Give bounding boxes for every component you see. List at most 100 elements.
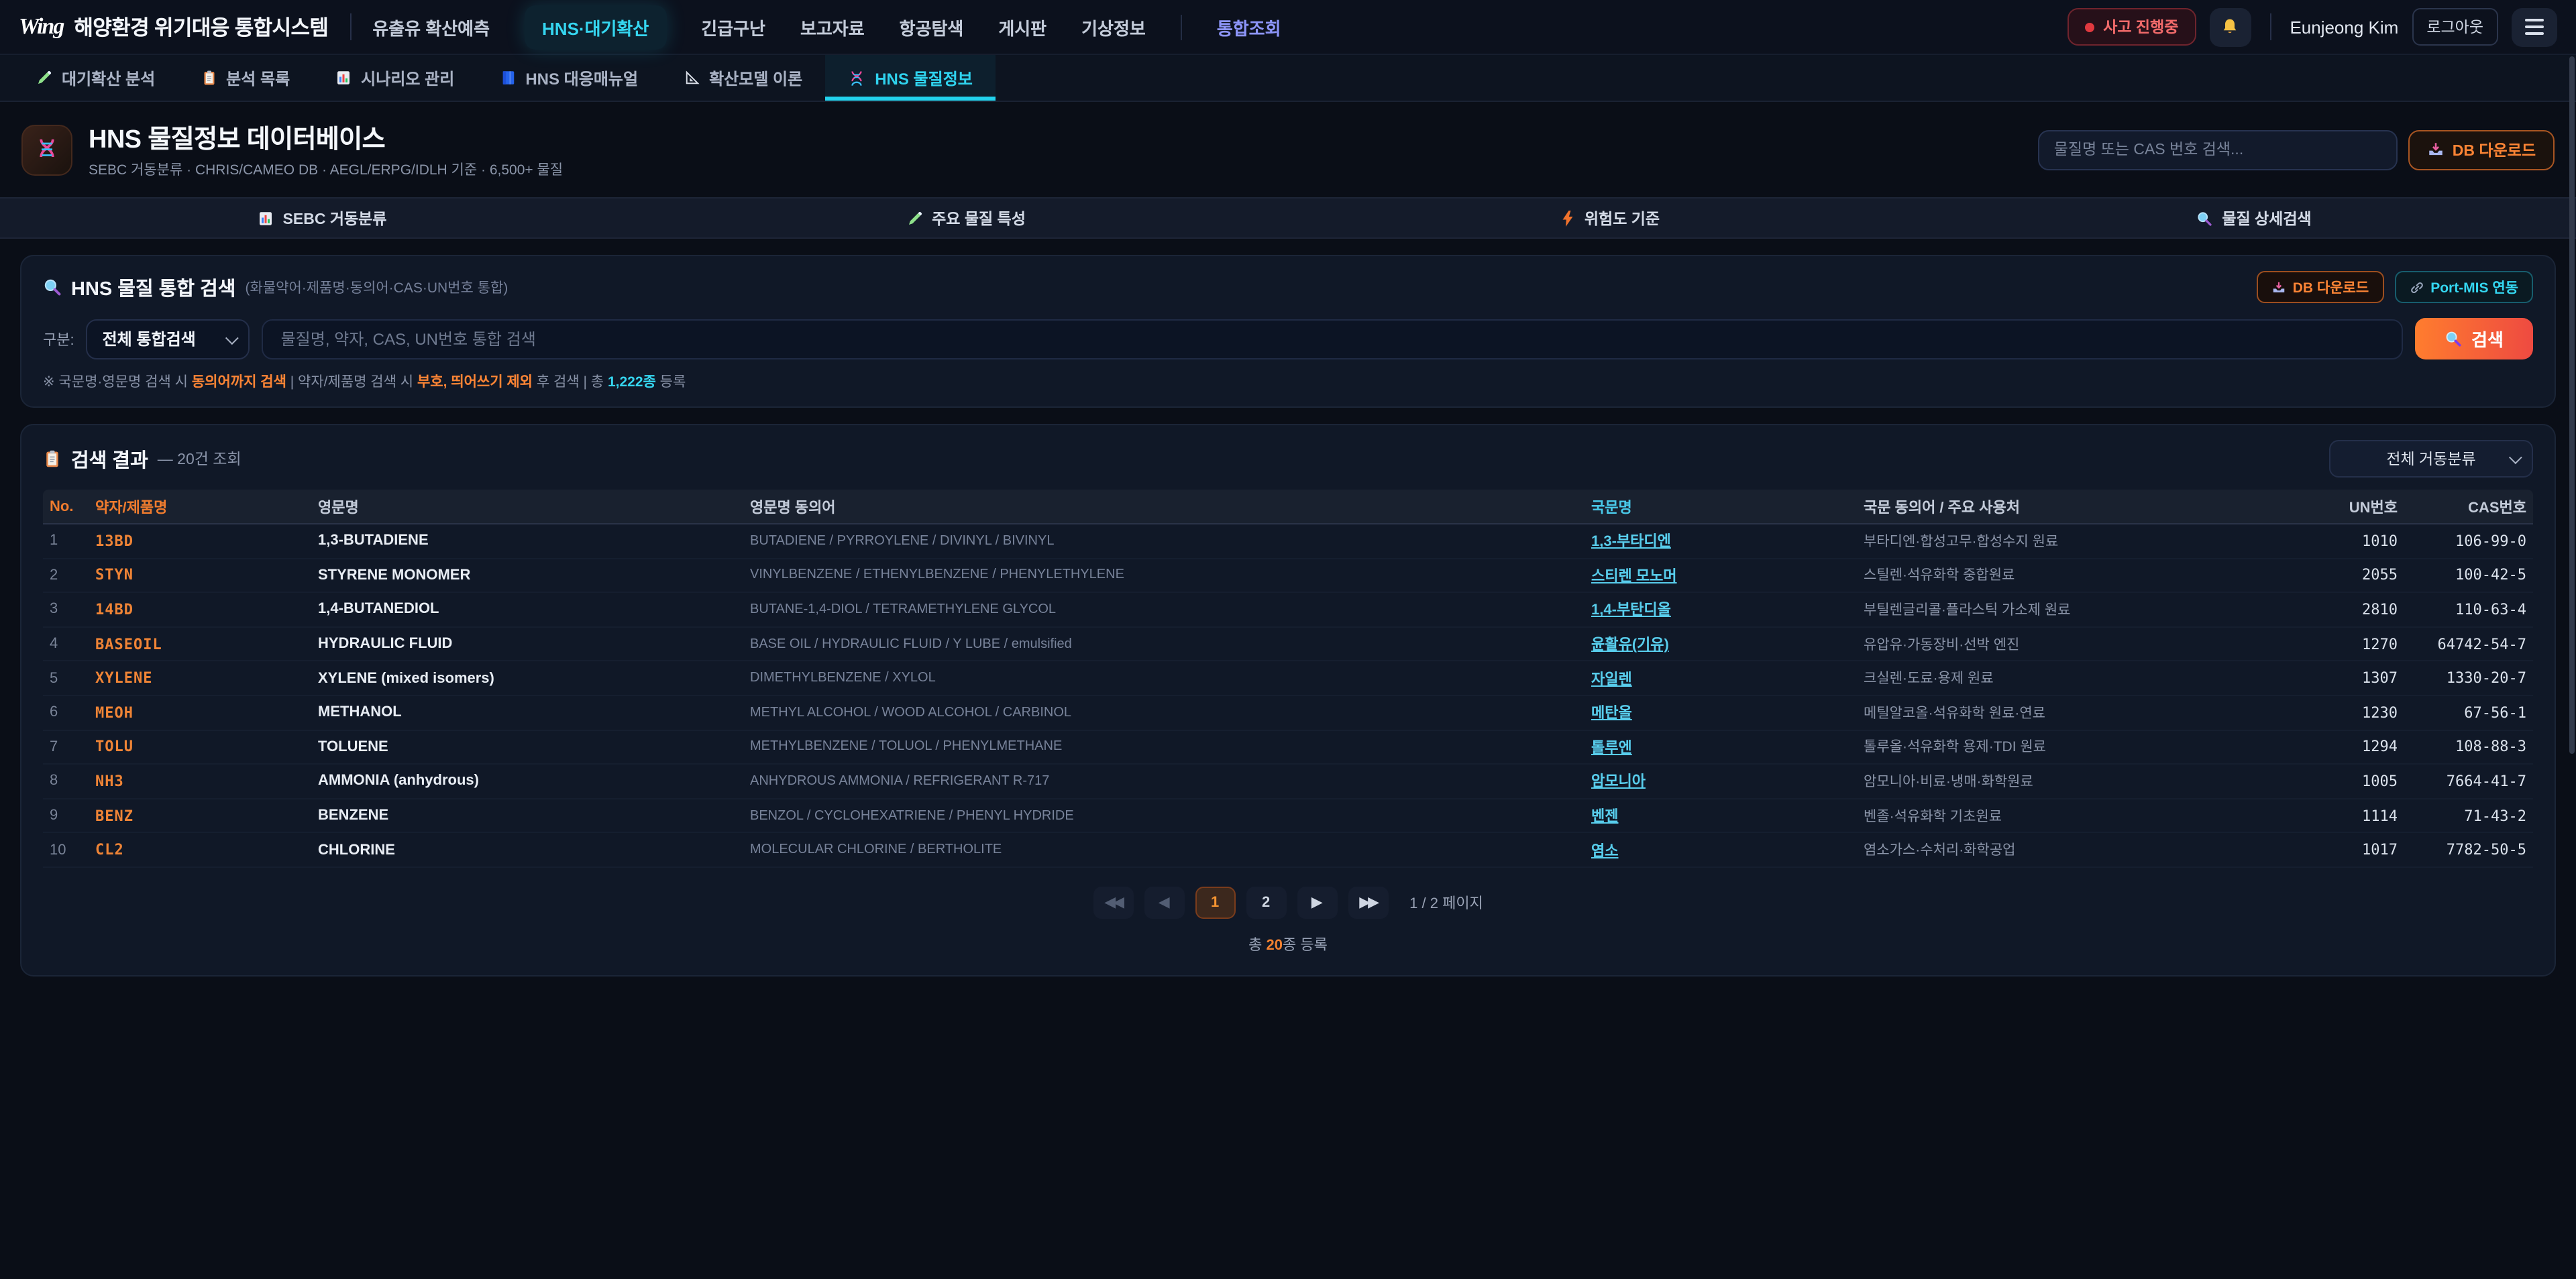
substance-link[interactable]: 톨루엔 — [1591, 740, 1632, 757]
table-row[interactable]: 4 BASEOIL HYDRAULIC FLUID BASE OIL / HYD… — [43, 628, 2533, 662]
search-panel: HNS 물질 통합 검색 (화물약어·제품명·동의어·CAS·UN번호 통합) … — [20, 255, 2556, 408]
nav-aerial-search[interactable]: 항공탐색 — [900, 14, 964, 40]
main-nav: 유출유 확산예측 HNS·대기확산 긴급구난 보고자료 항공탐색 게시판 기상정… — [372, 5, 1281, 49]
info-tab-risk-criteria[interactable]: 위험도 기준 — [1288, 199, 1932, 237]
db-download-chip[interactable]: DB 다운로드 — [2257, 271, 2383, 303]
nav-reports[interactable]: 보고자료 — [800, 14, 865, 40]
substance-link[interactable]: 1,4-부탄디올 — [1591, 603, 1671, 619]
table-row[interactable]: 9 BENZ BENZENE BENZOL / CYCLOHEXATRIENE … — [43, 799, 2533, 834]
cell-abbr: MEOH — [89, 704, 311, 722]
tab-hns-substance-info[interactable]: HNS 물질정보 — [825, 55, 996, 101]
incident-status-badge[interactable]: 사고 진행중 — [2067, 8, 2196, 46]
search-button[interactable]: 검색 — [2415, 318, 2533, 359]
nav-integrated-lookup[interactable]: 통합조회 — [1181, 14, 1281, 40]
hint-exclusion: 부호, 띄어쓰기 제외 — [417, 374, 533, 390]
substance-link[interactable]: 암모니아 — [1591, 775, 1646, 791]
table-row[interactable]: 10 CL2 CHLORINE MOLECULAR CHLORINE / BER… — [43, 834, 2533, 868]
tab-analysis-list[interactable]: 분석 목록 — [178, 55, 313, 101]
cell-abbr: XYLENE — [89, 669, 311, 687]
cell-no: 7 — [43, 739, 89, 755]
cell-eng-name: 1,4-BUTANEDIOL — [311, 602, 743, 618]
info-tab-sebc[interactable]: SEBC 거동분류 — [0, 199, 644, 237]
table-header-row: No. 약자/제품명 영문명 영문명 동의어 국문명 국문 동의어 / 주요 사… — [43, 490, 2533, 524]
cell-abbr: BENZ — [89, 807, 311, 824]
page-title-block: HNS 물질정보 데이터베이스 SEBC 거동분류 · CHRIS/CAMEO … — [89, 119, 563, 180]
substance-link[interactable]: 자일렌 — [1591, 671, 1632, 687]
divider — [350, 13, 351, 40]
table-row[interactable]: 6 MEOH METHANOL METHYL ALCOHOL / WOOD AL… — [43, 696, 2533, 730]
substance-link[interactable]: 스티렌 모노머 — [1591, 569, 1677, 585]
cell-eng-name: BENZENE — [311, 808, 743, 824]
results-title: 검색 결과 — [71, 445, 148, 473]
db-download-button[interactable]: DB 다운로드 — [2408, 129, 2555, 170]
quick-search-input[interactable] — [2038, 129, 2398, 170]
results-panel: 검색 결과 — 20건 조회 전체 거동분류 No. 약자/제품명 영문명 영문… — [20, 424, 2556, 977]
substance-link[interactable]: 메탄올 — [1591, 706, 1632, 722]
col-cas-number: CAS번호 — [2404, 496, 2533, 517]
clipboard-icon — [201, 70, 217, 86]
portmis-link-chip[interactable]: Port-MIS 연동 — [2394, 271, 2533, 303]
logout-button[interactable]: 로그아웃 — [2412, 8, 2498, 46]
substance-link[interactable]: 벤젠 — [1591, 809, 1619, 825]
search-category-select[interactable]: 전체 통합검색 — [87, 319, 250, 359]
page-2-button[interactable]: 2 — [1246, 887, 1286, 919]
substance-link[interactable]: 염소 — [1591, 843, 1619, 859]
table-row[interactable]: 5 XYLENE XYLENE (mixed isomers) DIMETHYL… — [43, 662, 2533, 696]
tab-hns-manual[interactable]: HNS 대응매뉴얼 — [477, 55, 661, 101]
hint-synonym: 동의어까지 검색 — [192, 374, 286, 390]
substance-link[interactable]: 1,3-부타디엔 — [1591, 535, 1671, 551]
cell-un-number: 1307 — [2300, 669, 2404, 687]
tab-diffusion-model-theory[interactable]: 확산모델 이론 — [661, 55, 825, 101]
table-row[interactable]: 7 TOLU TOLUENE METHYLBENZENE / TOLUOL / … — [43, 730, 2533, 765]
nav-oil-spill[interactable]: 유출유 확산예측 — [372, 14, 490, 40]
table-row[interactable]: 2 STYN STYRENE MONOMER VINYLBENZENE / ET… — [43, 559, 2533, 593]
hamburger-icon — [2525, 19, 2544, 35]
cell-kor-synonym: 부틸렌글리콜·플라스틱 가소제 원료 — [1857, 600, 2300, 620]
scrollbar[interactable] — [2569, 56, 2575, 754]
cell-kor-name: 톨루엔 — [1585, 735, 1857, 759]
cell-un-number: 1230 — [2300, 704, 2404, 722]
page-header-actions: DB 다운로드 — [2038, 129, 2555, 170]
next-page-button[interactable]: ▶ — [1297, 887, 1337, 919]
behavior-filter-select[interactable]: 전체 거동분류 — [2329, 440, 2533, 478]
bar-chart-icon — [258, 210, 274, 226]
substance-link[interactable]: 윤활유(기유) — [1591, 637, 1669, 653]
last-page-button[interactable]: ▶▶ — [1348, 887, 1388, 919]
table-row[interactable]: 8 NH3 AMMONIA (anhydrous) ANHYDROUS AMMO… — [43, 765, 2533, 799]
cell-no: 6 — [43, 705, 89, 721]
hint-total-count: 1,222종 — [608, 374, 656, 390]
cell-no: 8 — [43, 773, 89, 789]
cell-kor-name: 1,3-부타디엔 — [1585, 529, 1857, 553]
cell-eng-synonym: BUTANE-1,4-DIOL / TETRAMETHYLENE GLYCOL — [743, 602, 1585, 617]
cell-cas-number: 71-43-2 — [2404, 807, 2533, 824]
cell-cas-number: 7782-50-5 — [2404, 841, 2533, 858]
menu-button[interactable] — [2512, 7, 2557, 46]
cell-un-number: 1005 — [2300, 773, 2404, 790]
first-page-button[interactable]: ◀◀ — [1093, 887, 1133, 919]
tab-scenario-management[interactable]: 시나리오 관리 — [313, 55, 477, 101]
nav-emergency-rescue[interactable]: 긴급구난 — [701, 14, 765, 40]
nav-weather[interactable]: 기상정보 — [1081, 14, 1146, 40]
prev-page-button[interactable]: ◀ — [1144, 887, 1184, 919]
results-count: — 20건 조회 — [158, 448, 241, 469]
cell-abbr: CL2 — [89, 841, 311, 858]
info-tab-detail-search[interactable]: 물질 상세검색 — [1932, 199, 2576, 237]
cell-kor-name: 염소 — [1585, 838, 1857, 862]
table-row[interactable]: 1 13BD 1,3-BUTADIENE BUTADIENE / PYRROYL… — [43, 524, 2533, 559]
nav-hns-diffusion[interactable]: HNS·대기확산 — [525, 5, 666, 49]
cell-eng-synonym: METHYLBENZENE / TOLUOL / PHENYLMETHANE — [743, 740, 1585, 755]
divider — [2269, 13, 2271, 40]
unified-search-input[interactable] — [262, 319, 2403, 359]
brand: Wing 해양환경 위기대응 통합시스템 — [19, 12, 328, 42]
link-icon — [2409, 280, 2424, 294]
info-tab-properties[interactable]: 주요 물질 특성 — [644, 199, 1288, 237]
nav-board[interactable]: 게시판 — [998, 14, 1046, 40]
table-row[interactable]: 3 14BD 1,4-BUTANEDIOL BUTANE-1,4-DIOL / … — [43, 593, 2533, 627]
page-1-button[interactable]: 1 — [1195, 887, 1235, 919]
sub-nav: 대기확산 분석 분석 목록 시나리오 관리 HNS 대응매뉴얼 확산모델 이론 … — [0, 55, 2576, 102]
cell-eng-synonym: DIMETHYLBENZENE / XYLOL — [743, 671, 1585, 685]
results-header: 검색 결과 — 20건 조회 전체 거동분류 — [43, 440, 2533, 478]
cell-abbr: NH3 — [89, 773, 311, 790]
notifications-button[interactable] — [2209, 7, 2251, 46]
tab-atmos-analysis[interactable]: 대기확산 분석 — [13, 55, 178, 101]
